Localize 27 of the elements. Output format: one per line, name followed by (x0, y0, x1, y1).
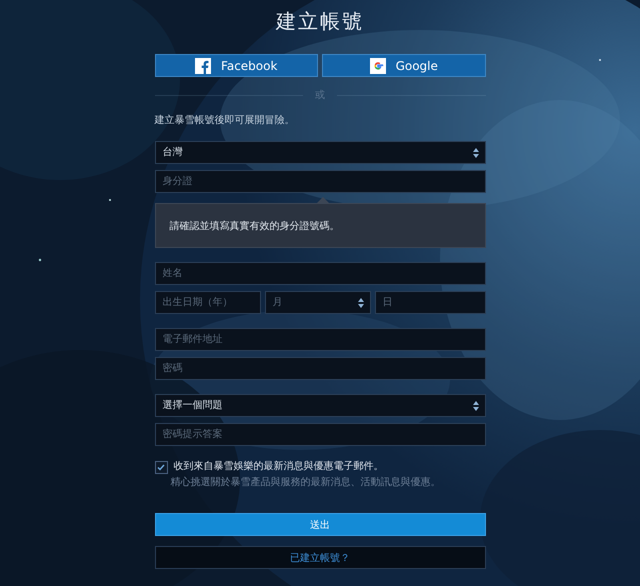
facebook-logo-icon (195, 58, 212, 74)
text-field[interactable]: 密碼提示答案 (154, 423, 486, 446)
divider-text: 或 (315, 88, 325, 102)
page-title: 建立帳號 (276, 8, 364, 34)
facebook-button[interactable]: Facebook (154, 54, 318, 77)
checkbox-label: 收到來自暴雪娛樂的最新消息與優惠電子郵件。 (174, 460, 384, 474)
select-field[interactable]: 台灣 (154, 141, 486, 164)
check-icon (157, 464, 165, 471)
select-arrows-icon (358, 298, 364, 308)
text-field[interactable]: 密碼 (154, 357, 486, 380)
select-field[interactable]: 月 (264, 291, 370, 314)
google-logo-icon (370, 58, 386, 74)
checkbox[interactable] (154, 461, 168, 474)
checkbox-description: 精心挑選關於暴雪產品與服務的最新消息、活動訊息與優惠。 (170, 476, 440, 489)
tooltip-text: 請確認並填寫真實有效的身分證號碼。 (170, 220, 340, 232)
select-arrows-icon (472, 148, 478, 158)
text-field[interactable]: 身分證 (154, 170, 486, 193)
login-link[interactable]: 已建立帳號？ (154, 546, 486, 569)
submit-button[interactable]: 送出 (154, 513, 486, 536)
select-arrows-icon (472, 400, 478, 410)
text-field[interactable]: 出生日期（年） (154, 291, 260, 314)
intro-text: 建立暴雪帳號後即可展開冒險。 (154, 114, 296, 128)
text-field[interactable]: 日 (374, 291, 486, 314)
text-field[interactable]: 姓名 (154, 262, 486, 285)
google-button[interactable]: Google (322, 54, 486, 77)
text-field[interactable]: 電子郵件地址 (154, 328, 486, 351)
select-field[interactable]: 選擇一個問題 (154, 394, 486, 417)
